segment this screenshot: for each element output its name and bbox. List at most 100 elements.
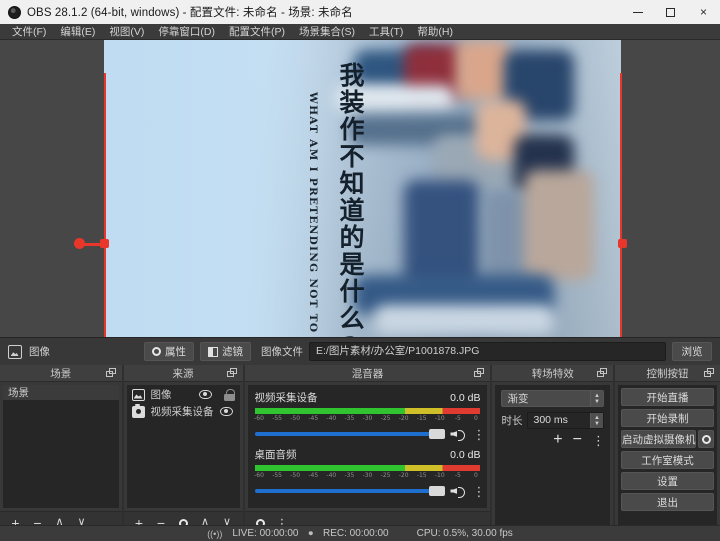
menu-item-scene-collection[interactable]: 场景集合(S)	[293, 23, 361, 40]
mixer-channel: 视频采集设备 0.0 dB -60 -55 -50 -45 -40 -35 -3…	[248, 385, 488, 442]
broadcast-icon: ((•))	[207, 529, 222, 539]
chevron-updown-icon[interactable]: ▲▼	[590, 413, 603, 428]
window-title: OBS 28.1.2 (64-bit, windows) - 配置文件: 未命名…	[27, 4, 353, 20]
sources-list[interactable]: 图像 视频采集设备	[127, 385, 240, 508]
kebab-menu-icon[interactable]: ⋮	[472, 430, 480, 439]
menu-item-view[interactable]: 视图(V)	[103, 23, 150, 40]
photo-blob	[404, 180, 479, 290]
sources-dock: 来源 图像 视频采集设备 + −	[124, 365, 243, 533]
menu-item-tools[interactable]: 工具(T)	[363, 23, 409, 40]
rec-status: REC: 00:00:00	[323, 528, 389, 539]
undock-icon[interactable]	[227, 368, 238, 378]
transitions-body: 渐变 ▲▼ 时长 300 ms ▲▼ + − ⋮	[495, 385, 610, 530]
maximize-icon	[666, 8, 675, 17]
source-list-item[interactable]: 图像	[127, 387, 240, 402]
start-virtual-camera-button[interactable]: 启动虚拟摄像机	[621, 430, 697, 448]
transitions-dock: 转场特效 渐变 ▲▼ 时长 300 ms ▲▼	[492, 365, 613, 533]
transition-select[interactable]: 渐变 ▲▼	[501, 390, 604, 407]
source-toolbar: 图像 属性 滤镜 图像文件 E:/图片素材/办公室/P1001878.JPG 浏…	[0, 337, 720, 365]
scenes-list[interactable]: 场景	[3, 385, 119, 508]
source-list-item[interactable]: 视频采集设备	[127, 404, 240, 419]
eye-icon[interactable]	[199, 389, 212, 400]
mixer-dock: 混音器 视频采集设备 0.0 dB -60 -55 -50 -45 -40	[245, 365, 491, 533]
mixer-scale-ticks: -60 -55 -50 -45 -40 -35 -30 -25 -20 -15 …	[255, 472, 481, 481]
filters-button[interactable]: 滤镜	[200, 342, 251, 361]
lock-icon[interactable]	[224, 389, 235, 401]
tick-label: -25	[381, 415, 391, 422]
undock-icon[interactable]	[704, 368, 715, 378]
kebab-menu-icon[interactable]: ⋮	[592, 436, 600, 445]
exit-button[interactable]: 退出	[621, 493, 714, 511]
maximize-button[interactable]	[654, 0, 687, 24]
tick-label: -50	[290, 472, 300, 479]
mixer-controls-row: ⋮	[255, 428, 481, 440]
scenes-dock-header: 场景	[0, 365, 122, 382]
controls-body: 开始直播 开始录制 启动虚拟摄像机 工作室模式 设置 退出	[618, 385, 717, 530]
transitions-dock-header: 转场特效	[492, 365, 613, 382]
speaker-icon[interactable]	[450, 428, 465, 440]
add-transition-button[interactable]: +	[553, 434, 562, 446]
preview-canvas[interactable]: 我装作不知道的是什么? WHAT AM I PRETENDING NOT TO …	[0, 40, 720, 337]
scene-image-source[interactable]: 我装作不知道的是什么? WHAT AM I PRETENDING NOT TO …	[104, 40, 621, 337]
volume-slider[interactable]	[255, 432, 444, 436]
tick-label: -45	[308, 415, 318, 422]
image-file-input[interactable]: E:/图片素材/办公室/P1001878.JPG	[309, 342, 666, 361]
tick-label: -60	[254, 415, 264, 422]
source-label: 视频采集设备	[151, 404, 214, 419]
resize-handle-left[interactable]	[74, 238, 85, 249]
tick-label: -10	[435, 472, 445, 479]
menu-item-help[interactable]: 帮助(H)	[411, 23, 459, 40]
window-controls: ×	[621, 0, 720, 24]
volume-slider-knob[interactable]	[429, 486, 445, 496]
volume-slider[interactable]	[255, 489, 444, 493]
properties-label: 属性	[165, 344, 186, 359]
undock-icon[interactable]	[474, 368, 485, 378]
resize-handle-right[interactable]	[618, 239, 627, 248]
remove-transition-button[interactable]: −	[573, 434, 582, 446]
studio-mode-button[interactable]: 工作室模式	[621, 451, 714, 469]
tick-label: -15	[417, 415, 427, 422]
photo-blob	[456, 40, 511, 100]
image-icon	[8, 345, 22, 359]
tick-label: -30	[363, 472, 373, 479]
selected-source-name: 图像	[29, 344, 50, 359]
kebab-menu-icon[interactable]: ⋮	[472, 487, 480, 496]
duration-input[interactable]: 300 ms ▲▼	[527, 412, 604, 429]
properties-button[interactable]: 属性	[144, 342, 194, 361]
menu-bar: 文件(F) 编辑(E) 视图(V) 停靠窗口(D) 配置文件(P) 场景集合(S…	[0, 24, 720, 40]
tick-label: -10	[435, 415, 445, 422]
menu-item-docks[interactable]: 停靠窗口(D)	[152, 23, 221, 40]
volume-slider-knob[interactable]	[429, 429, 445, 439]
poster-headline-en: WHAT AM I PRETENDING NOT TO KNOW?	[307, 92, 319, 337]
mixer-channel-db: 0.0 dB	[450, 449, 480, 461]
undock-icon[interactable]	[597, 368, 608, 378]
browse-button[interactable]: 浏览	[672, 342, 712, 361]
eye-icon[interactable]	[220, 406, 233, 417]
mixer-dock-header: 混音器	[245, 365, 491, 382]
mixer-scale-ticks: -60 -55 -50 -45 -40 -35 -30 -25 -20 -15 …	[255, 415, 481, 424]
start-recording-button[interactable]: 开始录制	[621, 409, 714, 427]
scene-label: 场景	[8, 385, 29, 400]
settings-button[interactable]: 设置	[621, 472, 714, 490]
duration-label: 时长	[501, 413, 522, 428]
virtual-camera-settings-button[interactable]	[698, 430, 714, 448]
image-icon	[132, 389, 145, 401]
speaker-icon[interactable]	[450, 485, 465, 497]
tick-label: -60	[254, 472, 264, 479]
resize-handle-left-inner[interactable]	[100, 239, 109, 248]
menu-item-profile[interactable]: 配置文件(P)	[223, 23, 291, 40]
undock-icon[interactable]	[106, 368, 117, 378]
scene-list-item[interactable]: 场景	[3, 385, 119, 400]
menu-item-edit[interactable]: 编辑(E)	[54, 23, 101, 40]
tick-label: -5	[455, 415, 461, 422]
filter-icon	[208, 347, 218, 357]
minimize-button[interactable]	[621, 0, 654, 24]
scenes-title: 场景	[50, 366, 71, 381]
sources-title: 来源	[173, 366, 194, 381]
mixer-level-meter	[255, 465, 481, 471]
menu-item-file[interactable]: 文件(F)	[6, 23, 52, 40]
close-button[interactable]: ×	[687, 0, 720, 24]
start-streaming-button[interactable]: 开始直播	[621, 388, 714, 406]
mixer-channel-name: 桌面音频	[255, 447, 297, 462]
chevron-updown-icon[interactable]: ▲▼	[590, 391, 603, 406]
